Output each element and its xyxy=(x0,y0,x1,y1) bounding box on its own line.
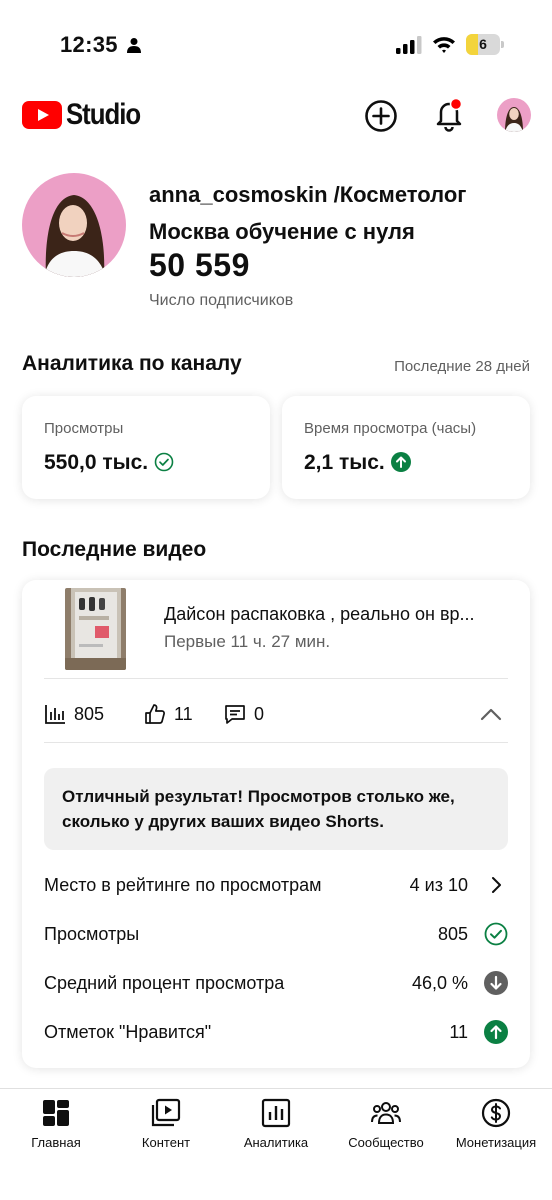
row-label: Просмотры xyxy=(44,924,140,944)
arrow-down-circle-icon xyxy=(484,971,508,995)
chevron-right-icon[interactable] xyxy=(484,873,508,897)
arrow-up-circle-icon xyxy=(484,1020,508,1044)
metric-value: 2,1 тыс. xyxy=(304,451,411,475)
dashboard-icon xyxy=(43,1100,69,1126)
nav-item-monetization[interactable]: Монетизация xyxy=(441,1097,551,1157)
views-metric-card[interactable]: Просмотры 550,0 тыс. xyxy=(22,396,270,499)
status-bar: 12:35 6 xyxy=(0,0,552,92)
nav-label: Контент xyxy=(141,1135,191,1150)
metric-value: 550,0 тыс. xyxy=(44,451,174,475)
arrow-up-circle-icon xyxy=(390,452,411,472)
recent-video-card: Дайсон распаковка , реально он вр... Пер… xyxy=(22,580,530,1068)
comment-icon xyxy=(225,705,245,724)
studio-brand[interactable]: Studio xyxy=(66,98,141,132)
video-title[interactable]: Дайсон распаковка , реально он вр... xyxy=(164,604,514,625)
video-comments-stat: 0 xyxy=(224,702,264,726)
row-label: Место в рейтинге по просмотрам xyxy=(44,875,322,895)
nav-item-analytics[interactable]: Аналитика xyxy=(221,1097,331,1157)
bottom-navigation: Главная Контент Аналитика Сообщество Мон… xyxy=(0,1088,552,1200)
nav-label: Сообщество xyxy=(348,1135,424,1150)
avg-view-percent-row: Средний процент просмотра 46,0 % xyxy=(44,968,508,998)
subscriber-count-label: Число подписчиков xyxy=(149,292,294,309)
watch-time-metric-card[interactable]: Время просмотра (часы) 2,1 тыс. xyxy=(282,396,530,499)
status-time: 12:35 xyxy=(60,32,118,57)
likes-row: Отметок "Нравится" 11 xyxy=(44,1017,508,1047)
video-age: Первые 11 ч. 27 мин. xyxy=(164,632,331,651)
video-views-stat: 805 xyxy=(44,702,104,726)
metric-label: Время просмотра (часы) xyxy=(304,420,477,437)
row-label: Средний процент просмотра xyxy=(44,973,285,993)
divider xyxy=(44,742,508,743)
ranking-row[interactable]: Место в рейтинге по просмотрам 4 из 10 xyxy=(44,870,508,900)
community-icon xyxy=(371,1102,401,1124)
thumb-up-icon xyxy=(145,704,165,724)
subscriber-count: 50 559 xyxy=(149,247,250,283)
watch-time-value: 2,1 тыс. xyxy=(304,451,385,474)
bar-chart-icon xyxy=(45,705,65,724)
bell-icon[interactable] xyxy=(432,97,466,133)
video-likes-stat: 11 xyxy=(144,702,193,726)
analytics-section-title: Аналитика по каналу xyxy=(22,352,242,375)
nav-item-community[interactable]: Сообщество xyxy=(331,1097,441,1157)
wifi-icon xyxy=(433,37,455,53)
battery-icon: 6 xyxy=(466,34,504,55)
monetization-icon xyxy=(481,1098,511,1128)
analytics-period[interactable]: Последние 28 дней xyxy=(394,358,530,375)
nav-label: Главная xyxy=(31,1135,81,1150)
app-bar: Studio xyxy=(0,92,552,140)
content-icon xyxy=(151,1098,181,1127)
person-icon xyxy=(127,38,141,53)
divider xyxy=(44,678,508,679)
video-comments-value: 0 xyxy=(254,703,265,724)
chevron-up-icon[interactable] xyxy=(478,704,504,724)
views-row: Просмотры 805 xyxy=(44,919,508,949)
nav-label: Монетизация xyxy=(455,1135,537,1150)
battery-level-text: 6 xyxy=(479,36,487,52)
performance-message: Отличный результат! Просмотров столько ж… xyxy=(44,768,508,850)
row-value: 46,0 % xyxy=(411,973,468,993)
add-icon[interactable] xyxy=(364,99,398,133)
check-circle-icon xyxy=(154,452,174,472)
views-value: 550,0 тыс. xyxy=(44,451,149,474)
video-thumbnail[interactable] xyxy=(65,588,126,670)
row-value: 4 из 10 xyxy=(409,875,468,895)
nav-item-dashboard[interactable]: Главная xyxy=(1,1097,111,1157)
check-circle-icon xyxy=(484,922,508,946)
recent-videos-title: Последние видео xyxy=(22,538,207,561)
youtube-logo-icon[interactable] xyxy=(22,101,62,129)
row-value: 11 xyxy=(449,1022,468,1042)
metric-label: Просмотры xyxy=(44,420,124,437)
channel-avatar xyxy=(22,173,126,277)
signal-icon xyxy=(396,36,422,54)
nav-item-content[interactable]: Контент xyxy=(111,1097,221,1157)
video-views-value: 805 xyxy=(74,703,105,724)
channel-name: anna_cosmoskin /Косметолог Москва обучен… xyxy=(149,182,467,244)
account-avatar[interactable] xyxy=(497,98,531,132)
row-value: 805 xyxy=(437,924,468,944)
row-label: Отметок "Нравится" xyxy=(44,1022,212,1042)
video-likes-value: 11 xyxy=(174,703,193,724)
nav-label: Аналитика xyxy=(243,1135,309,1150)
analytics-icon xyxy=(261,1098,291,1128)
